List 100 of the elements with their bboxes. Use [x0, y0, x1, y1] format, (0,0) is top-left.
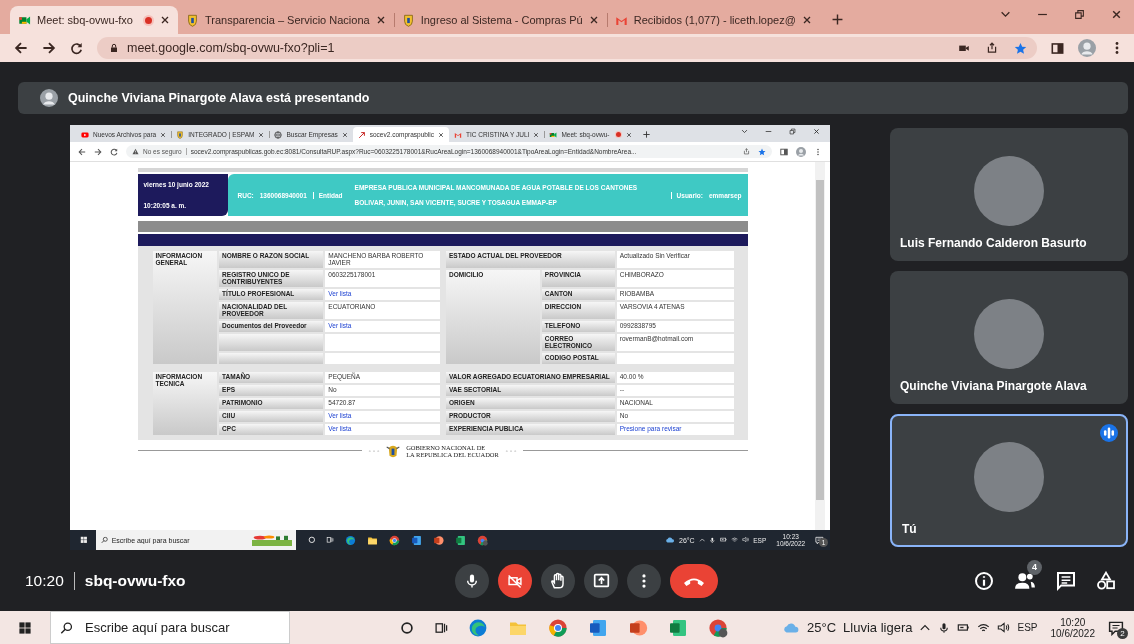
close-icon[interactable]: [375, 15, 386, 25]
close-icon[interactable]: [813, 128, 820, 135]
close-icon[interactable]: [160, 15, 170, 25]
close-icon[interactable]: [533, 131, 540, 138]
scrollbar[interactable]: [815, 162, 825, 530]
shield-favicon-icon: [176, 130, 185, 139]
start-icon[interactable]: [80, 536, 88, 544]
presentation-app-icon[interactable]: [433, 534, 445, 546]
side-panel-icon[interactable]: [1051, 41, 1064, 55]
chat-icon[interactable]: [1056, 570, 1076, 591]
chevron-up-icon[interactable]: [698, 536, 706, 544]
close-icon[interactable]: [438, 131, 445, 138]
warning-icon: [132, 148, 139, 155]
browser-icon[interactable]: [468, 617, 488, 638]
raise-hand-button[interactable]: [541, 563, 575, 598]
tab-title: Recibidos (1,077) - liceth.lopez@: [633, 14, 796, 26]
globe-favicon-icon: [274, 130, 283, 139]
document-app-icon[interactable]: [411, 534, 423, 546]
new-tab-icon[interactable]: [643, 131, 651, 138]
arrow-favicon-icon: [357, 130, 366, 139]
microphone-icon[interactable]: [709, 536, 716, 544]
end-call-button[interactable]: [670, 563, 718, 598]
notification-count: 2: [1117, 627, 1128, 639]
new-tab-icon[interactable]: [831, 14, 843, 25]
forward-icon[interactable]: [42, 41, 56, 55]
browser-profile-icon[interactable]: [708, 617, 728, 638]
profile-avatar-icon[interactable]: [796, 146, 806, 157]
clock-time: 10:20: [1060, 616, 1086, 628]
wifi-icon[interactable]: [731, 536, 739, 544]
folder-icon[interactable]: [367, 534, 379, 546]
play-favicon-icon: [81, 130, 89, 139]
participant-name: Tú: [902, 522, 917, 536]
circle-icon[interactable]: [400, 620, 414, 635]
browser-tab[interactable]: Transparencia – Servicio Naciona: [178, 6, 394, 34]
chevron-down-icon[interactable]: [741, 128, 748, 135]
share-icon[interactable]: [986, 42, 998, 54]
close-icon[interactable]: [1111, 8, 1122, 20]
browser-profile-icon[interactable]: [477, 534, 489, 546]
wifi-icon[interactable]: [977, 621, 991, 634]
close-icon[interactable]: [341, 131, 348, 138]
landscape-drawing: [251, 534, 292, 546]
microphone-button[interactable]: [455, 563, 489, 598]
back-icon[interactable]: [14, 41, 28, 55]
close-icon[interactable]: [801, 15, 812, 25]
cloud-icon[interactable]: [665, 535, 675, 545]
restore-icon[interactable]: [789, 128, 796, 135]
star-icon[interactable]: [1014, 41, 1027, 55]
meeting-code: sbq-ovwu-fxo: [73, 571, 186, 590]
browser-tab[interactable]: Recibidos (1,077) - liceth.lopez@: [606, 6, 820, 34]
phone-icon: [684, 575, 704, 586]
address-bar[interactable]: meet.google.com/sbq-ovwu-fxo?pli=1: [97, 37, 1037, 59]
chrome-style-icon[interactable]: [389, 534, 401, 546]
lock-icon: [109, 43, 119, 53]
search-field[interactable]: Escribe aquí para buscar: [50, 611, 290, 644]
reload-icon[interactable]: [110, 147, 118, 156]
restore-icon[interactable]: [1074, 8, 1085, 20]
back-icon[interactable]: [78, 147, 86, 156]
minimize-icon[interactable]: [765, 128, 772, 135]
close-icon[interactable]: [160, 131, 167, 138]
battery-icon[interactable]: [719, 536, 727, 544]
side-panel-icon[interactable]: [780, 147, 788, 156]
language-indicator[interactable]: ESP: [1017, 622, 1038, 633]
star-icon[interactable]: [758, 147, 766, 156]
browser-tab[interactable]: Ingreso al Sistema - Compras Pú: [393, 6, 607, 34]
close-icon[interactable]: [258, 131, 265, 138]
spreadsheet-app-icon[interactable]: [455, 534, 467, 546]
browser-tab[interactable]: Meet: sbq-ovwu-fxo: [10, 6, 178, 34]
present-button[interactable]: [584, 563, 618, 598]
search-icon: [100, 536, 108, 544]
notification-icon[interactable]: [815, 535, 824, 545]
camera-button[interactable]: [498, 563, 532, 598]
participant-name: Luis Fernando Calderon Basurto: [900, 236, 1087, 250]
task-view-icon[interactable]: [326, 536, 335, 544]
activities-icon[interactable]: [1096, 570, 1116, 591]
presentation-app-icon[interactable]: [628, 617, 648, 638]
browser-icon[interactable]: [345, 534, 357, 546]
camera-off-icon: [507, 572, 523, 589]
spreadsheet-app-icon[interactable]: [668, 617, 688, 638]
info-icon[interactable]: [974, 570, 994, 591]
close-icon[interactable]: [588, 15, 599, 25]
task-view-icon[interactable]: [434, 620, 448, 635]
close-icon[interactable]: [626, 131, 633, 138]
document-app-icon[interactable]: [588, 617, 608, 638]
temperature-text: 25°C: [807, 620, 837, 635]
scroll-thumb[interactable]: [816, 180, 824, 500]
forward-icon[interactable]: [94, 147, 102, 156]
camera-favicon-icon: [549, 130, 558, 139]
microphone-icon[interactable]: [938, 621, 951, 634]
battery-icon[interactable]: [957, 621, 971, 634]
start-icon[interactable]: [18, 620, 32, 635]
speaker-icon[interactable]: [742, 536, 750, 544]
tab-title: Transparencia – Servicio Naciona: [205, 14, 370, 26]
notification-icon[interactable]: [1108, 619, 1124, 636]
participant-name: Quinche Viviana Pinargote Alava: [900, 379, 1087, 393]
speaker-icon[interactable]: [997, 621, 1011, 634]
more-options-button[interactable]: [627, 563, 661, 598]
weather-text: Lluvia ligera: [843, 620, 913, 635]
present-screen-icon: [592, 572, 610, 589]
reload-icon[interactable]: [70, 41, 83, 55]
tab-title: Ingreso al Sistema - Compras Pú: [420, 14, 583, 26]
